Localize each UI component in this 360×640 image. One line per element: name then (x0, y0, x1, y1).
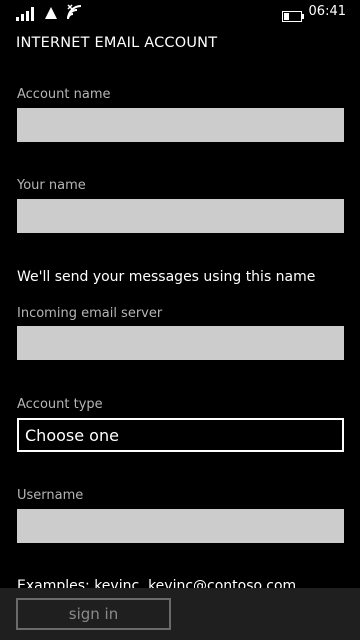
account-name-input[interactable] (17, 108, 344, 142)
status-bar: 06:41 (0, 0, 360, 26)
battery-icon (282, 7, 304, 26)
username-input[interactable] (17, 509, 344, 543)
page-title: INTERNET EMAIL ACCOUNT (16, 35, 218, 51)
signal-bars-icon (16, 6, 38, 25)
app-bar: sign in (0, 588, 360, 640)
account-type-select[interactable]: Choose one (17, 418, 344, 452)
account-type-label: Account type (17, 397, 103, 412)
your-name-label: Your name (17, 178, 86, 193)
username-label: Username (17, 488, 84, 503)
account-type-value: Choose one (25, 426, 119, 445)
send-info-text: We'll send your messages using this name (17, 269, 316, 285)
incoming-server-input[interactable] (17, 326, 344, 360)
incoming-server-label: Incoming email server (17, 306, 163, 321)
email-setup-screen: 06:41 INTERNET EMAIL ACCOUNT Account nam… (0, 0, 360, 640)
your-name-input[interactable] (17, 199, 344, 233)
status-time: 06:41 (308, 4, 346, 19)
wifi-icon (66, 4, 82, 24)
sign-in-button[interactable]: sign in (16, 598, 171, 630)
account-name-label: Account name (17, 87, 111, 102)
data-triangle-icon (44, 5, 58, 24)
